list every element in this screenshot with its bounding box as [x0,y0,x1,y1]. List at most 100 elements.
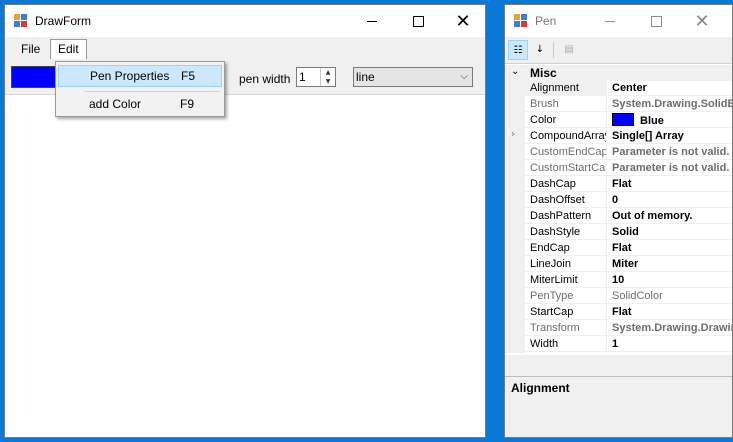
property-name: LineJoin [525,257,607,272]
property-value: SolidColor [607,289,732,304]
line-style-value: line [356,70,375,84]
description-title: Alignment [511,381,570,395]
property-value-color: Blue [607,113,732,128]
menu-separator [84,91,220,92]
property-name: DashStyle [525,225,607,240]
property-name: PenType [525,289,607,304]
drawing-canvas[interactable] [5,95,485,437]
pen-width-value: 1 [299,70,306,84]
property-name: DashOffset [525,193,607,208]
drawform-window: DrawForm ✕ File Edit pen width 1 ▲ ▼ lin… [4,4,486,438]
menu-item-shortcut: F9 [180,97,195,111]
property-row-alignment[interactable]: Alignment Center [505,81,732,97]
window-title: DrawForm [35,14,91,28]
window-title: Pen [535,14,557,28]
property-name: CustomEndCap [525,145,607,160]
pen-width-label: pen width [239,72,291,86]
spin-down-icon[interactable]: ▼ [321,77,335,86]
app-form-icon [14,14,29,28]
category-row[interactable]: ⌄ Misc [505,65,732,81]
close-icon: ✕ [694,10,710,32]
property-row-transform[interactable]: Transform System.Drawing.Drawing2D.Matri… [505,321,732,337]
close-icon: ✕ [455,10,471,32]
property-name: CompoundArray [525,129,607,144]
edit-dropdown-menu: Pen Properties F5 add Color F9 [55,61,225,117]
pen-window: Pen ✕ ☷ ↓ ▤ ⌄ Misc Alignment Center Brus… [504,4,733,438]
property-value: System.Drawing.Drawing2D.Matrix [607,321,732,336]
pen-titlebar[interactable]: Pen ✕ [505,5,732,37]
menu-item-pen-properties[interactable]: Pen Properties F5 [58,65,222,87]
property-value: 0 [607,193,732,208]
property-grid: ⌄ Misc Alignment Center Brush System.Dra… [505,63,732,356]
menu-item-add-color[interactable]: add Color F9 [58,93,222,115]
pen-width-stepper[interactable]: 1 ▲ ▼ [296,67,336,87]
property-value: Parameter is not valid. [607,161,732,176]
toolbar-separator [553,42,554,58]
property-name: Alignment [525,81,607,96]
property-value: Flat [607,305,732,320]
property-row-startcap[interactable]: StartCap Flat [505,305,732,321]
property-row-width[interactable]: Width 1 [505,337,732,353]
property-row-dashpattern[interactable]: DashPattern Out of memory. [505,209,732,225]
property-name: Width [525,337,607,352]
app-form-icon [514,14,529,28]
property-row-miterlimit[interactable]: MiterLimit 10 [505,273,732,289]
minimize-button[interactable] [349,5,395,37]
property-row-compoundarray[interactable]: › CompoundArray Single[] Array [505,129,732,145]
minimize-button[interactable] [587,5,633,37]
property-value: Single[] Array [607,129,732,144]
property-row-dashoffset[interactable]: DashOffset 0 [505,193,732,209]
property-pages-icon[interactable]: ▤ [559,40,579,60]
menu-edit[interactable]: Edit [50,39,87,59]
property-value: 1 [607,337,732,352]
collapse-icon[interactable]: ⌄ [511,66,519,77]
property-name: DashCap [525,177,607,192]
maximize-button[interactable] [633,5,679,37]
categorized-icon[interactable]: ☷ [508,40,528,60]
property-row-pentype[interactable]: PenType SolidColor [505,289,732,305]
property-row-color[interactable]: Color Blue [505,113,732,129]
drawform-titlebar[interactable]: DrawForm ✕ [5,5,485,37]
property-name: Brush [525,97,607,112]
description-pane: Alignment [505,376,732,437]
spin-up-icon[interactable]: ▲ [321,68,335,77]
close-button[interactable]: ✕ [679,5,725,37]
grid-splitter[interactable] [505,355,732,376]
property-row-endcap[interactable]: EndCap Flat [505,241,732,257]
line-style-select[interactable]: line ⌵ [353,67,473,87]
property-row-linejoin[interactable]: LineJoin Miter [505,257,732,273]
property-row-dashcap[interactable]: DashCap Flat [505,177,732,193]
property-value: Solid [607,225,732,240]
close-button[interactable]: ✕ [440,5,485,37]
property-row-customendcap[interactable]: CustomEndCap Parameter is not valid. [505,145,732,161]
menu-bar: File Edit [5,37,485,61]
chevron-down-icon: ⌵ [460,71,468,82]
property-value: Flat [607,177,732,192]
property-row-brush[interactable]: Brush System.Drawing.SolidBrush [505,97,732,113]
expand-icon[interactable]: › [511,129,515,140]
maximize-button[interactable] [395,5,441,37]
menu-file[interactable]: File [14,39,47,59]
color-swatch [612,113,634,126]
property-value: Blue [640,115,664,127]
property-name: DashPattern [525,209,607,224]
property-name: EndCap [525,241,607,256]
property-value: 10 [607,273,732,288]
property-value: System.Drawing.SolidBrush [607,97,732,112]
property-value: Flat [607,241,732,256]
property-value: Miter [607,257,732,272]
property-value: Parameter is not valid. [607,145,732,160]
menu-item-shortcut: F5 [181,69,196,83]
property-name: Color [525,113,607,128]
property-grid-toolbar: ☷ ↓ ▤ [505,37,732,63]
property-name: MiterLimit [525,273,607,288]
sort-alphabetical-icon[interactable]: ↓ [530,40,550,60]
property-value: Out of memory. [607,209,732,224]
property-row-customstartcap[interactable]: CustomStartCap Parameter is not valid. [505,161,732,177]
property-row-dashstyle[interactable]: DashStyle Solid [505,225,732,241]
spin-buttons[interactable]: ▲ ▼ [320,68,335,86]
menu-item-label: Pen Properties [90,69,170,83]
menu-item-label: add Color [89,97,142,111]
property-name: StartCap [525,305,607,320]
property-name: Transform [525,321,607,336]
